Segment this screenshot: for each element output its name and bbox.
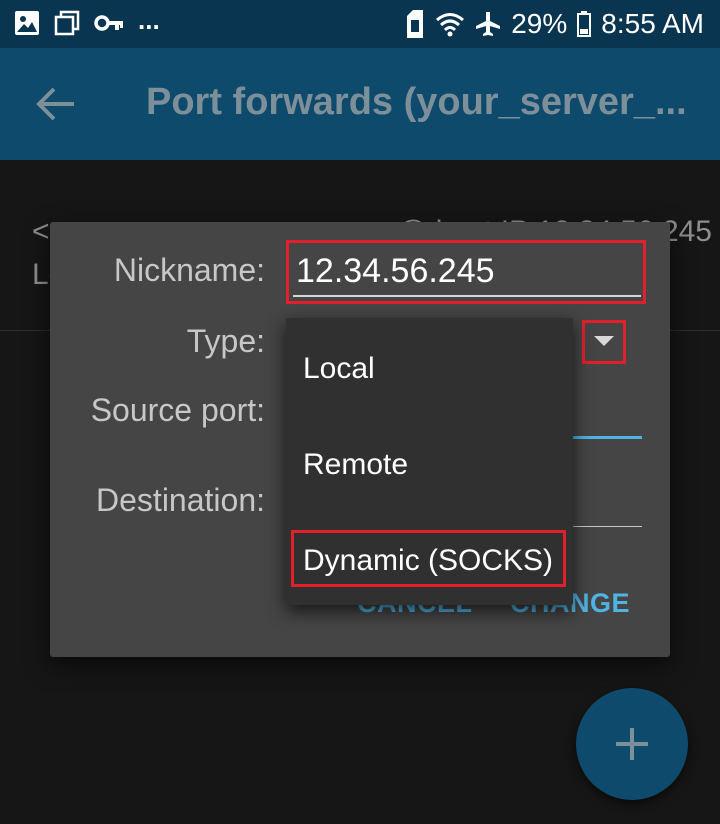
type-label: Type: (186, 323, 265, 359)
dropdown-item-label: Local (303, 352, 375, 385)
app-toolbar: Port forwards (your_server_... (0, 48, 720, 160)
dropdown-item-label: Remote (303, 448, 409, 481)
destination-label: Destination: (96, 482, 265, 518)
sim-icon (407, 10, 424, 38)
notification-overflow: ... (138, 4, 160, 35)
dynamic-highlight-box (291, 530, 566, 587)
battery-icon (577, 11, 592, 37)
recents-icon (54, 10, 80, 36)
nickname-input[interactable]: 12.34.56.245 (296, 252, 495, 291)
dropdown-item-remote[interactable]: Remote (286, 418, 573, 508)
status-bar: ... 29% 8:55 AM (0, 0, 720, 48)
type-dropdown: Local Remote Dynamic (SOCKS) (286, 318, 573, 605)
nickname-label: Nickname: (113, 252, 265, 288)
dropdown-item-local[interactable]: Local (286, 322, 573, 412)
nickname-underline (293, 295, 641, 297)
airplane-icon (476, 12, 501, 36)
wifi-icon (436, 13, 465, 37)
back-arrow-icon[interactable] (36, 86, 76, 122)
page-title: Port forwards (your_server_... (146, 81, 686, 123)
battery-percent: 29% (511, 8, 568, 39)
add-port-forward-button[interactable] (576, 688, 688, 800)
source-port-label: Source port: (90, 392, 265, 428)
image-icon (15, 11, 39, 35)
type-spinner[interactable] (582, 320, 626, 364)
chevron-down-icon (594, 336, 614, 346)
clock: 8:55 AM (601, 8, 704, 39)
key-icon (94, 15, 123, 31)
